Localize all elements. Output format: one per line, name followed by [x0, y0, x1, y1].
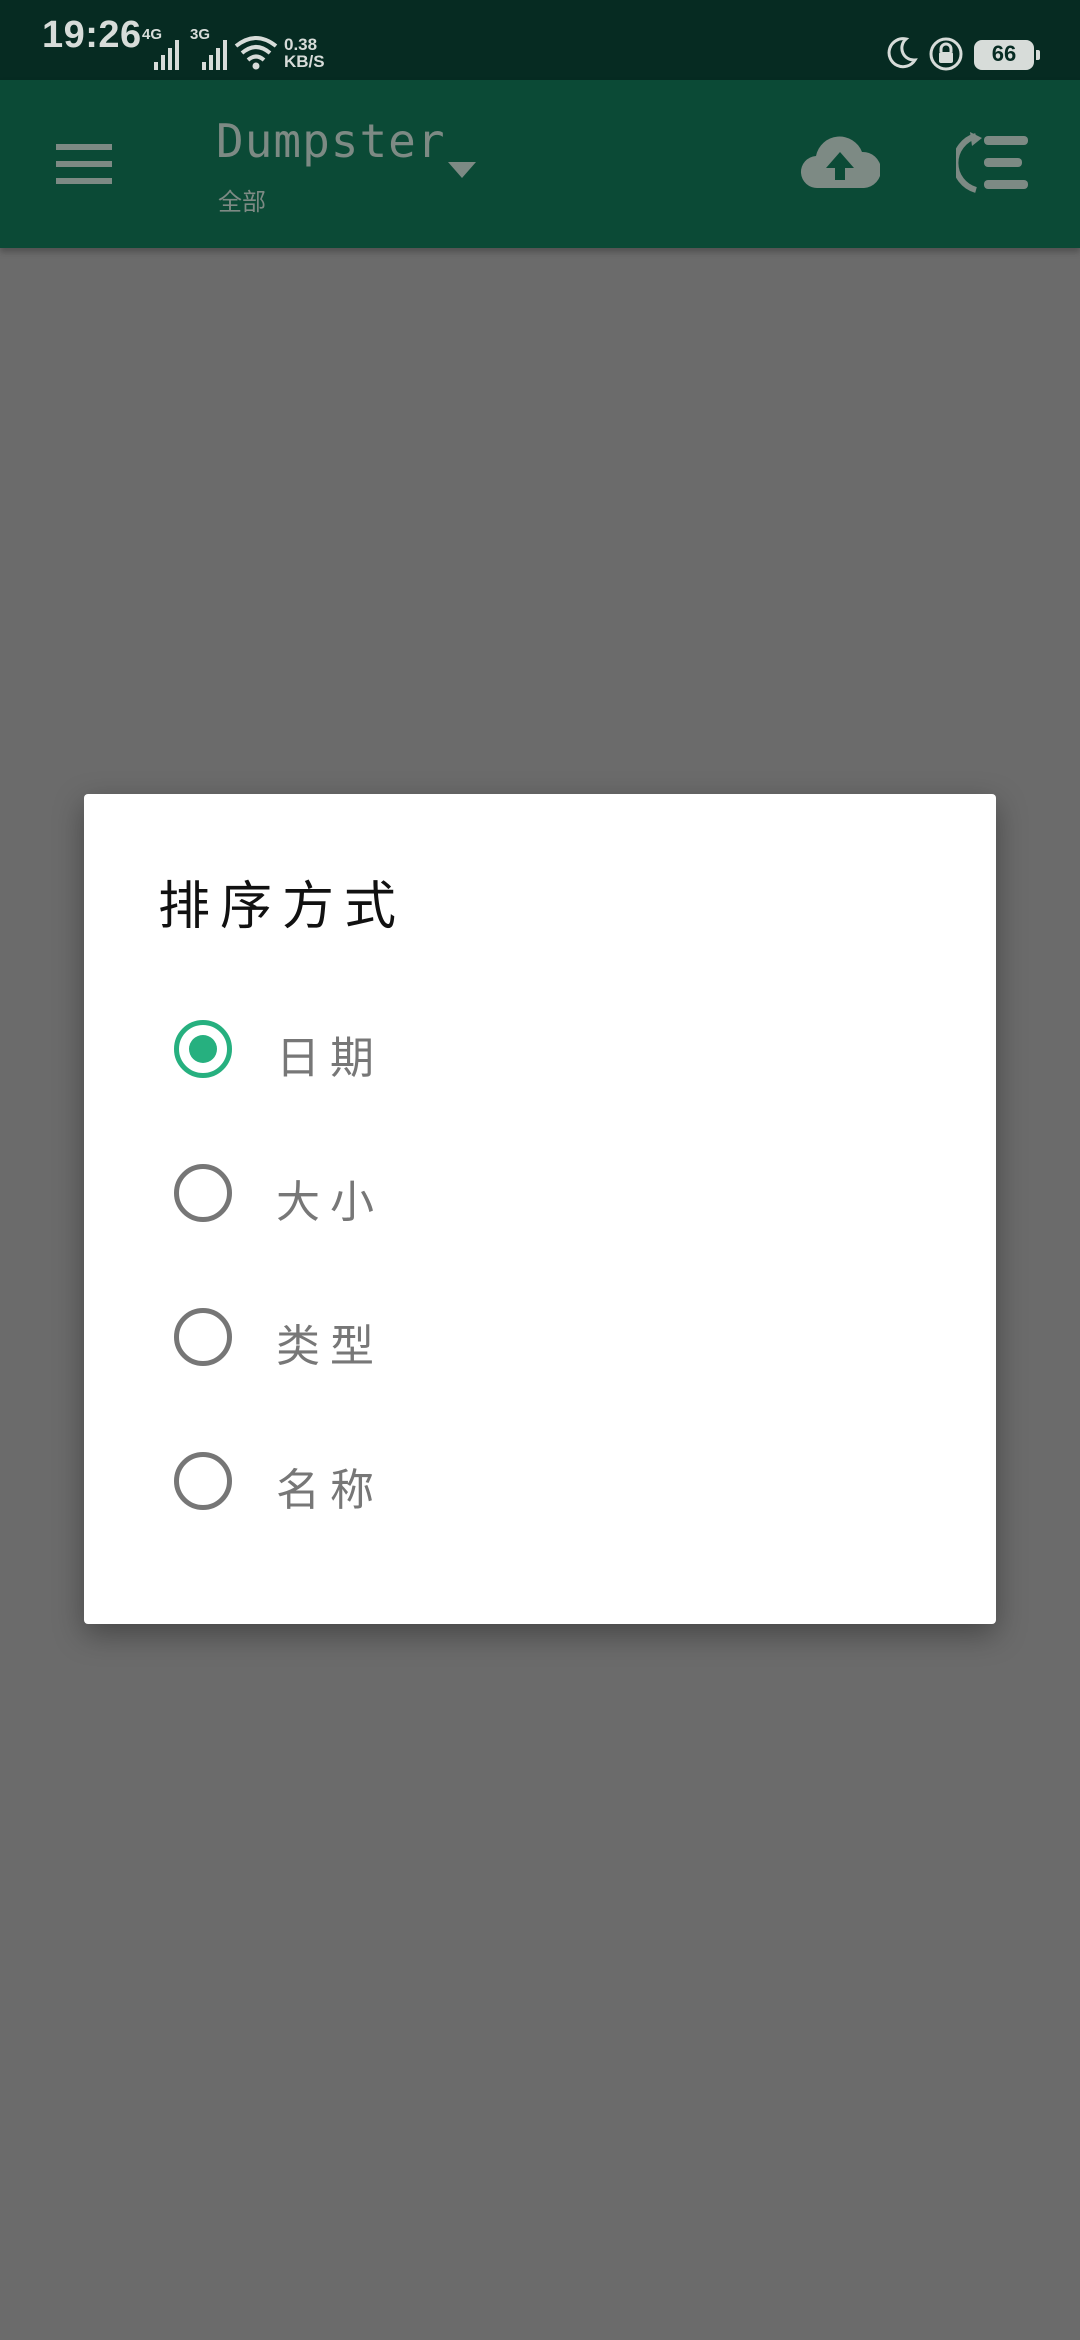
net-speed: 0.38 KB/S — [284, 35, 325, 71]
radio-button[interactable] — [174, 1452, 232, 1510]
dropdown-arrow-icon[interactable] — [446, 158, 478, 180]
sort-option-size[interactable]: 大小 — [84, 1128, 996, 1258]
wifi-icon — [234, 36, 278, 70]
sort-option-type[interactable]: 类型 — [84, 1272, 996, 1402]
status-time: 19:26 — [42, 14, 142, 56]
menu-icon[interactable] — [56, 144, 112, 184]
app-bar: Dumpster 全部 — [0, 80, 1080, 248]
radio-button[interactable] — [174, 1308, 232, 1366]
sort-option-date[interactable]: 日期 — [84, 984, 996, 1114]
signal-4g-icon: 4G — [140, 26, 180, 70]
app-title[interactable]: Dumpster — [216, 114, 446, 168]
moon-icon — [887, 37, 918, 69]
status-bar: 19:26 4G 3G 0.38 KB/S 66 — [0, 0, 1080, 80]
sort-icon[interactable] — [956, 130, 1034, 196]
option-label: 日期 — [276, 1033, 384, 1084]
sort-option-name[interactable]: 名称 — [84, 1416, 996, 1546]
option-label: 类型 — [276, 1321, 384, 1372]
dialog-title: 排序方式 — [158, 877, 407, 937]
option-label: 名称 — [276, 1465, 384, 1516]
radio-button[interactable] — [174, 1164, 232, 1222]
option-label: 大小 — [276, 1177, 384, 1228]
lock-rotation-icon — [929, 37, 963, 71]
app-subtitle[interactable]: 全部 — [218, 182, 266, 217]
battery-icon: 66 — [974, 40, 1034, 70]
radio-dot — [189, 1035, 217, 1063]
sort-dialog: 排序方式 日期 大小 类型 名称 — [84, 794, 996, 1624]
signal-3g-icon: 3G — [188, 26, 228, 70]
battery-tip — [1036, 50, 1040, 60]
radio-button-checked[interactable] — [174, 1020, 232, 1078]
cloud-upload-icon[interactable] — [800, 130, 880, 194]
